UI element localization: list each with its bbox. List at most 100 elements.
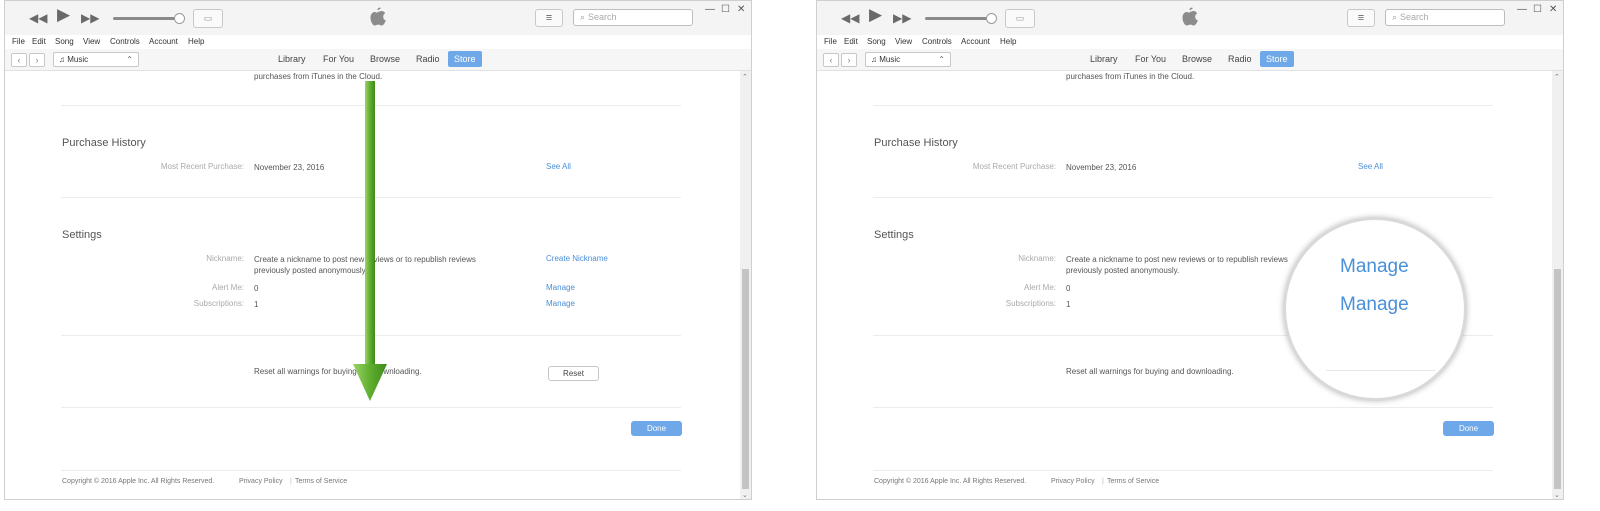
search-icon: ⌕ [580,12,586,22]
menu-help[interactable]: Help [1000,37,1016,46]
play-icon[interactable]: ▶ [869,6,882,23]
divider [1326,370,1436,371]
tab-browse[interactable]: Browse [370,54,400,64]
tab-for-you[interactable]: For You [1135,54,1166,64]
divider [873,407,1493,408]
menu-view[interactable]: View [83,37,100,46]
apple-logo-icon [1182,7,1198,26]
forward-button[interactable]: › [841,53,857,67]
tab-browse[interactable]: Browse [1182,54,1212,64]
rewind-icon[interactable]: ◀◀ [841,11,859,25]
nickname-text-line1: Create a nickname to post new reviews or… [1066,255,1288,264]
back-button[interactable]: ‹ [11,53,27,67]
title-bar: ◀◀ ▶ ▶▶ ▭ ≡ ⌕ Search — ☐ ✕ [5,1,751,35]
fast-forward-icon[interactable]: ▶▶ [893,11,911,25]
list-view-icon[interactable]: ≡ [1347,9,1375,27]
reset-warnings-text: Reset all warnings for buying and downlo… [1066,367,1234,376]
menu-help[interactable]: Help [188,37,204,46]
tab-library[interactable]: Library [1090,54,1118,64]
maximize-icon[interactable]: ☐ [1533,4,1542,15]
search-input[interactable]: ⌕ Search [1385,9,1505,26]
tab-library[interactable]: Library [278,54,306,64]
rewind-icon[interactable]: ◀◀ [29,11,47,25]
scroll-down-icon[interactable]: ⌄ [1554,491,1560,499]
menu-account[interactable]: Account [149,37,178,46]
reset-button[interactable]: Reset [548,366,599,381]
magnifier-callout: Manage Manage [1283,217,1467,401]
tab-for-you[interactable]: For You [323,54,354,64]
play-icon[interactable]: ▶ [57,6,70,23]
menu-song[interactable]: Song [867,37,886,46]
tab-store[interactable]: Store [448,51,482,67]
volume-knob[interactable] [986,13,997,24]
terms-of-service-link[interactable]: Terms of Service [295,478,347,485]
volume-slider[interactable] [925,13,997,24]
minimize-icon[interactable]: — [705,4,715,15]
media-label: Music [879,55,901,64]
menu-edit[interactable]: Edit [844,37,858,46]
volume-knob[interactable] [174,13,185,24]
alert-manage-link-magnified[interactable]: Manage [1340,256,1409,278]
settings-heading: Settings [62,229,102,241]
scrollbar-thumb[interactable] [742,269,749,489]
menu-file[interactable]: File [824,37,837,46]
privacy-policy-link[interactable]: Privacy Policy [1051,478,1095,485]
tab-store[interactable]: Store [1260,51,1294,67]
menu-controls[interactable]: Controls [922,37,952,46]
cloud-text: purchases from iTunes in the Cloud. [1066,72,1195,81]
divider [61,470,681,471]
close-icon[interactable]: ✕ [1549,4,1557,15]
subscriptions-manage-link[interactable]: Manage [546,299,575,308]
tab-radio[interactable]: Radio [1228,54,1252,64]
music-note-icon: ♫ [871,55,877,64]
scrollbar[interactable]: ⌃ ⌄ [740,71,751,499]
forward-button[interactable]: › [29,53,45,67]
terms-of-service-link[interactable]: Terms of Service [1107,478,1159,485]
airplay-icon[interactable]: ▭ [1005,9,1035,28]
done-button[interactable]: Done [631,421,682,436]
media-label: Music [67,55,89,64]
alert-me-value: 0 [254,284,259,293]
search-input[interactable]: ⌕ Search [573,9,693,26]
close-icon[interactable]: ✕ [737,4,745,15]
menu-edit[interactable]: Edit [32,37,46,46]
done-button[interactable]: Done [1443,421,1494,436]
scroll-down-icon[interactable]: ⌄ [742,491,748,499]
volume-slider[interactable] [113,13,185,24]
back-button[interactable]: ‹ [823,53,839,67]
scrollbar-thumb[interactable] [1554,269,1561,489]
menu-controls[interactable]: Controls [110,37,140,46]
tab-radio[interactable]: Radio [416,54,440,64]
airplay-icon[interactable]: ▭ [193,9,223,28]
list-view-icon[interactable]: ≡ [535,9,563,27]
chevron-updown-icon: ⌃ [938,55,945,64]
menu-account[interactable]: Account [961,37,990,46]
scroll-up-icon[interactable]: ⌃ [742,73,748,81]
footer-separator: | [290,478,292,485]
subscriptions-manage-link-magnified[interactable]: Manage [1340,294,1409,316]
scrollbar[interactable]: ⌃ ⌄ [1552,71,1563,499]
see-all-link[interactable]: See All [546,162,571,171]
see-all-link[interactable]: See All [1358,162,1383,171]
divider [873,197,1493,198]
menu-bar: File Edit Song View Controls Account Hel… [817,35,1563,49]
alert-me-label: Alert Me: [1023,283,1056,292]
scroll-up-icon[interactable]: ⌃ [1554,73,1560,81]
settings-heading: Settings [874,229,914,241]
menu-file[interactable]: File [12,37,25,46]
minimize-icon[interactable]: — [1517,4,1527,15]
menu-view[interactable]: View [895,37,912,46]
subscriptions-label: Subscriptions: [1005,299,1056,308]
music-note-icon: ♫ [59,55,65,64]
menu-song[interactable]: Song [55,37,74,46]
create-nickname-link[interactable]: Create Nickname [546,254,608,263]
alert-manage-link[interactable]: Manage [546,283,575,292]
privacy-policy-link[interactable]: Privacy Policy [239,478,283,485]
search-placeholder: Search [588,12,617,22]
itunes-window-right: ◀◀ ▶ ▶▶ ▭ ≡ ⌕ Search — ☐ ✕ File Edit Song… [816,0,1564,500]
media-type-select[interactable]: ♫ Music ⌃ [53,52,139,67]
fast-forward-icon[interactable]: ▶▶ [81,11,99,25]
nav-bar: ‹ › ♫ Music ⌃ Library For You Browse Radi… [817,49,1563,71]
maximize-icon[interactable]: ☐ [721,4,730,15]
media-type-select[interactable]: ♫ Music ⌃ [865,52,951,67]
